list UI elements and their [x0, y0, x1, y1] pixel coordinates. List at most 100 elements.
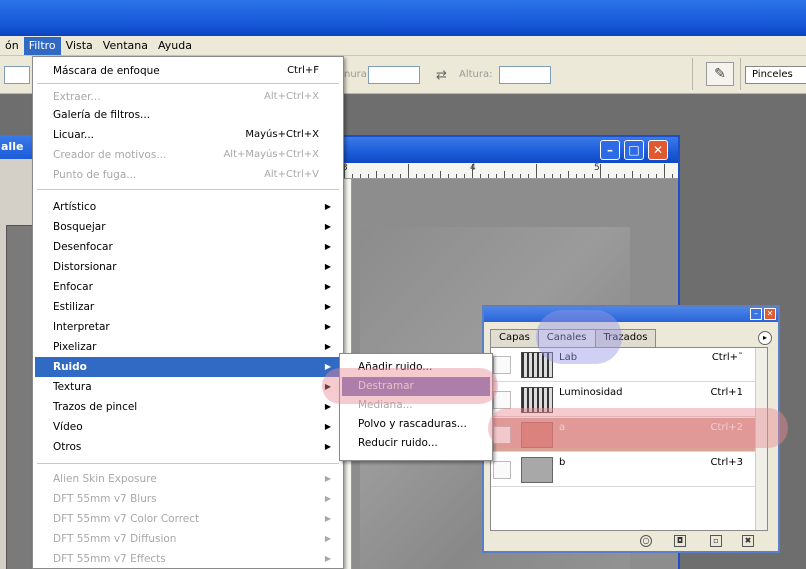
- ruler-tick: [632, 171, 633, 178]
- channel-name: b: [559, 457, 566, 468]
- submenu-arrow-icon: ▶: [324, 514, 331, 523]
- channel-row-a[interactable]: a Ctrl+2: [491, 418, 767, 452]
- pinceles-tab[interactable]: Pinceles: [745, 66, 806, 84]
- menu-imagen[interactable]: ón: [0, 37, 24, 55]
- app-title-bar: [0, 0, 806, 36]
- filter-menu-item[interactable]: Distorsionar ▶: [35, 257, 341, 277]
- filter-menu-item[interactable]: Artístico ▶: [35, 197, 341, 217]
- noise-menu-item[interactable]: Mediana...: [342, 396, 490, 415]
- ruler-tick: [448, 174, 449, 178]
- tab-capas[interactable]: Capas: [490, 329, 539, 347]
- menu-separator: [37, 83, 339, 84]
- filter-menu-item[interactable]: Textura ▶: [35, 377, 341, 397]
- ruler-tick: [440, 171, 441, 178]
- document-title-bar[interactable]: – □ ✕: [338, 137, 678, 163]
- filter-menu-item[interactable]: Trazos de pincel ▶: [35, 397, 341, 417]
- save-selection-icon[interactable]: ◘: [674, 535, 686, 547]
- ruler-tick: [416, 174, 417, 178]
- new-channel-icon[interactable]: ▫: [710, 535, 722, 547]
- filter-menu-item[interactable]: Enfocar ▶: [35, 277, 341, 297]
- filter-menu-item[interactable]: Interpretar ▶: [35, 317, 341, 337]
- menu-item-label: DFT 55mm v7 Diffusion: [53, 533, 177, 545]
- filter-menu-item[interactable]: Galería de filtros...: [35, 105, 341, 125]
- height-input[interactable]: [499, 66, 551, 84]
- submenu-arrow-icon: ▶: [324, 494, 331, 503]
- menu-item-shortcut: Mayús+Ctrl+X: [245, 129, 319, 140]
- menu-item-label: Distorsionar: [53, 261, 117, 273]
- filter-menu-item[interactable]: Estilizar ▶: [35, 297, 341, 317]
- filter-menu-item[interactable]: Punto de fuga... Alt+Ctrl+V: [35, 165, 341, 185]
- ruler-tick: [424, 174, 425, 178]
- ruler-tick: [552, 174, 553, 178]
- submenu-arrow-icon: ▶: [324, 422, 331, 431]
- delete-channel-icon[interactable]: ✖: [742, 535, 754, 547]
- channel-row-luminosidad[interactable]: Luminosidad Ctrl+1: [491, 383, 767, 417]
- palette-menu-icon[interactable]: ▸: [758, 331, 772, 345]
- close-icon[interactable]: ✕: [648, 140, 668, 160]
- submenu-arrow-icon: ▶: [324, 554, 331, 563]
- filter-menu-item[interactable]: DFT 55mm v7 Blurs ▶: [35, 489, 341, 509]
- filter-menu-item[interactable]: Extraer... Alt+Ctrl+X: [35, 87, 341, 107]
- option-field-left[interactable]: [4, 66, 30, 84]
- filter-menu-item[interactable]: Otros ▶: [35, 437, 341, 457]
- ruler-tick: [408, 164, 409, 178]
- menu-item-label: Extraer...: [53, 91, 101, 103]
- visibility-eye-icon[interactable]: [493, 356, 511, 374]
- filter-menu-item[interactable]: Pixelizar ▶: [35, 337, 341, 357]
- filter-menu-item[interactable]: Licuar... Mayús+Ctrl+X: [35, 125, 341, 145]
- channel-thumbnail: [521, 457, 553, 483]
- filter-menu-item[interactable]: Creador de motivos... Alt+Mayús+Ctrl+X: [35, 145, 341, 165]
- palette-close-icon[interactable]: ✕: [764, 308, 776, 320]
- filter-menu-item[interactable]: Alien Skin Exposure ▶: [35, 469, 341, 489]
- noise-menu-item[interactable]: Añadir ruido...: [342, 358, 490, 377]
- filter-menu-item[interactable]: Máscara de enfoque Ctrl+F: [35, 61, 341, 81]
- palette-title-bar[interactable]: – ✕: [484, 307, 778, 322]
- channel-list-scrollbar[interactable]: [755, 348, 767, 530]
- brush-palette-icon[interactable]: ✎: [706, 62, 734, 86]
- menu-separator: [37, 463, 339, 464]
- menu-vista[interactable]: Vista: [61, 37, 98, 55]
- filter-menu-item[interactable]: Ruido ▶: [35, 357, 341, 377]
- noise-menu-item[interactable]: Reducir ruido...: [342, 434, 490, 453]
- submenu-arrow-icon: ▶: [324, 442, 331, 451]
- minimize-icon[interactable]: –: [600, 140, 620, 160]
- tab-trazados[interactable]: Trazados: [594, 329, 657, 347]
- noise-menu-item[interactable]: Polvo y rascaduras...: [342, 415, 490, 434]
- tab-canales[interactable]: Canales: [537, 329, 596, 347]
- separator: [740, 58, 741, 90]
- ruler-tick: [584, 174, 585, 178]
- filter-menu-item[interactable]: DFT 55mm v7 Effects ▶: [35, 549, 341, 569]
- menu-item-label: Máscara de enfoque: [53, 65, 160, 77]
- ruler-number: 5: [594, 163, 600, 173]
- maximize-icon[interactable]: □: [624, 140, 644, 160]
- submenu-arrow-icon: ▶: [324, 322, 331, 331]
- menu-item-label: Polvo y rascaduras...: [358, 418, 467, 430]
- menu-filtro[interactable]: Filtro: [23, 36, 61, 55]
- menu-ventana[interactable]: Ventana: [98, 37, 153, 55]
- noise-menu-item[interactable]: Destramar: [342, 377, 490, 396]
- channel-shortcut: Ctrl+3: [710, 457, 743, 468]
- swap-icon[interactable]: ⇄: [436, 68, 447, 83]
- visibility-eye-icon[interactable]: [493, 391, 511, 409]
- width-input[interactable]: [368, 66, 420, 84]
- ruler-tick: [496, 174, 497, 178]
- visibility-eye-icon[interactable]: [493, 426, 511, 444]
- channel-row-b[interactable]: b Ctrl+3: [491, 453, 767, 487]
- menu-ayuda[interactable]: Ayuda: [153, 37, 197, 55]
- ruler-tick: [592, 174, 593, 178]
- filter-menu-item[interactable]: Vídeo ▶: [35, 417, 341, 437]
- filter-menu-item[interactable]: DFT 55mm v7 Diffusion ▶: [35, 529, 341, 549]
- ruler-tick: [600, 164, 601, 178]
- filter-menu-item[interactable]: Bosquejar ▶: [35, 217, 341, 237]
- channel-shortcut: Ctrl+1: [710, 387, 743, 398]
- filter-menu-item[interactable]: Desenfocar ▶: [35, 237, 341, 257]
- channels-palette: – ✕ Capas Canales Trazados ▸ Lab Ctrl+˜ …: [482, 305, 780, 553]
- palette-minimize-icon[interactable]: –: [750, 308, 762, 320]
- visibility-eye-icon[interactable]: [493, 461, 511, 479]
- ruido-submenu: Añadir ruido... Destramar Mediana... Polvo …: [339, 353, 493, 461]
- load-selection-icon[interactable]: ○: [640, 535, 652, 547]
- channel-row-lab[interactable]: Lab Ctrl+˜: [491, 348, 767, 382]
- submenu-arrow-icon: ▶: [324, 402, 331, 411]
- ruler-tick: [392, 174, 393, 178]
- filter-menu-item[interactable]: DFT 55mm v7 Color Correct ▶: [35, 509, 341, 529]
